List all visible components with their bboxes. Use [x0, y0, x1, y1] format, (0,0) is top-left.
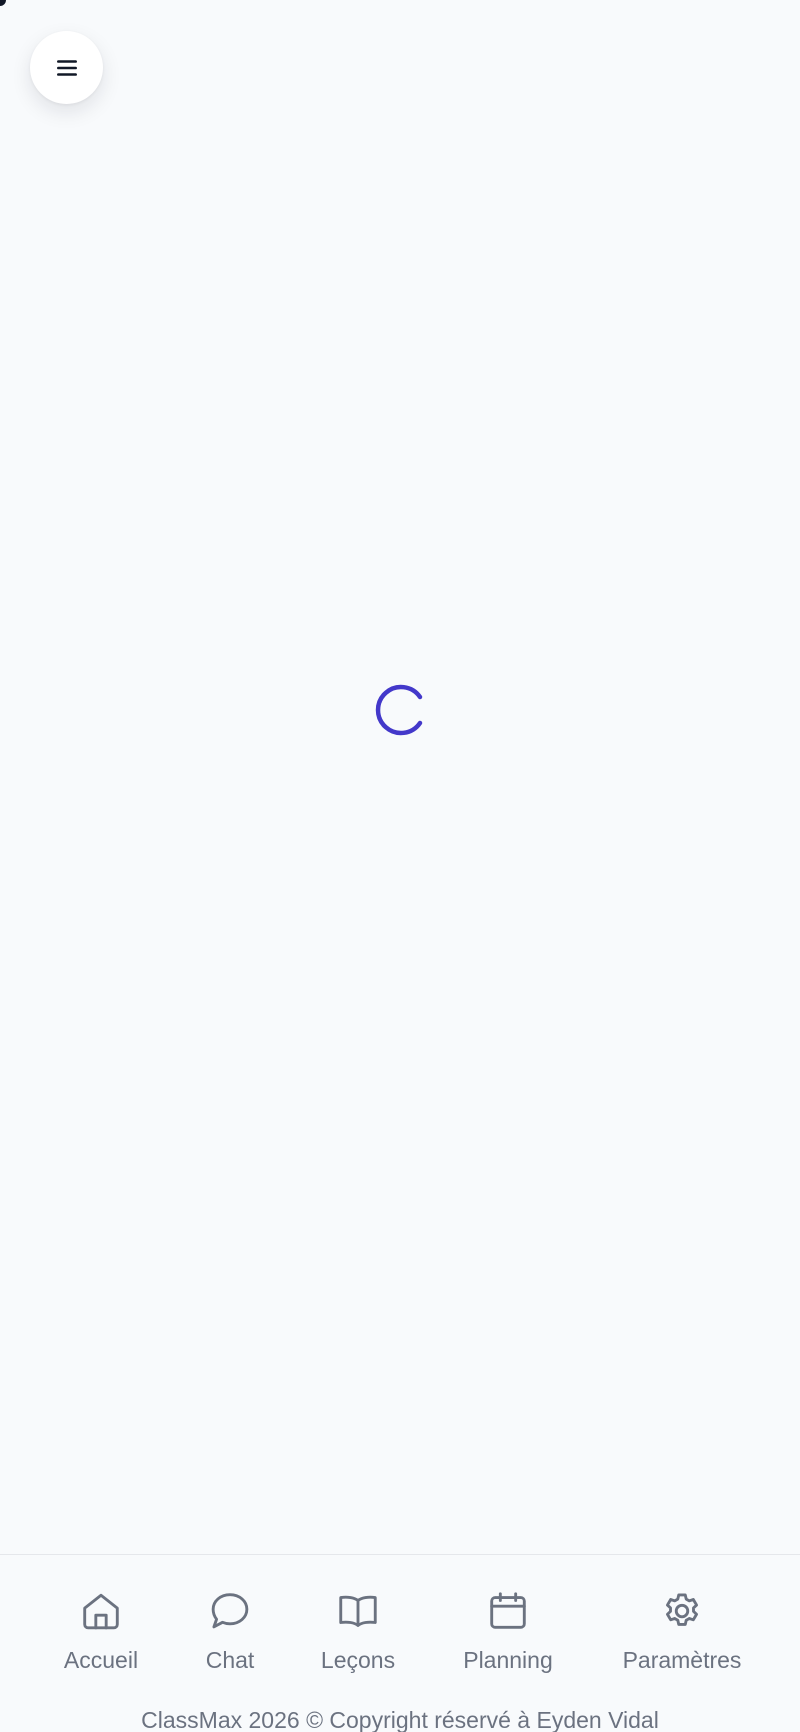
nav-item-accueil[interactable]: Accueil: [64, 1587, 138, 1674]
nav-label-accueil: Accueil: [63, 1647, 139, 1673]
bottom-navigation: Accueil Chat Leçons Planning Paramètres …: [0, 1554, 800, 1732]
nav-item-chat[interactable]: Chat: [205, 1587, 255, 1674]
menu-button[interactable]: [30, 31, 103, 104]
hamburger-menu-icon: [56, 59, 77, 76]
nav-label-parametres: Paramètres: [622, 1647, 742, 1673]
nav-item-parametres[interactable]: Paramètres: [622, 1587, 742, 1674]
spinner-icon: [375, 684, 423, 736]
home-icon: [77, 1587, 125, 1635]
nav-item-lecons[interactable]: Leçons: [321, 1587, 395, 1674]
loading-spinner: [374, 682, 430, 738]
window-corner-mark: [0, 0, 6, 6]
chat-bubble-icon: [206, 1587, 254, 1635]
nav-label-lecons: Leçons: [320, 1647, 396, 1673]
book-open-icon: [334, 1587, 382, 1635]
footer-copyright: ClassMax 2026 © Copyright réservé à Eyde…: [141, 1707, 659, 1732]
nav-label-chat: Chat: [205, 1647, 255, 1673]
nav-label-planning: Planning: [463, 1647, 553, 1673]
gear-icon: [658, 1587, 706, 1635]
calendar-icon: [484, 1587, 532, 1635]
nav-item-planning[interactable]: Planning: [463, 1587, 553, 1674]
